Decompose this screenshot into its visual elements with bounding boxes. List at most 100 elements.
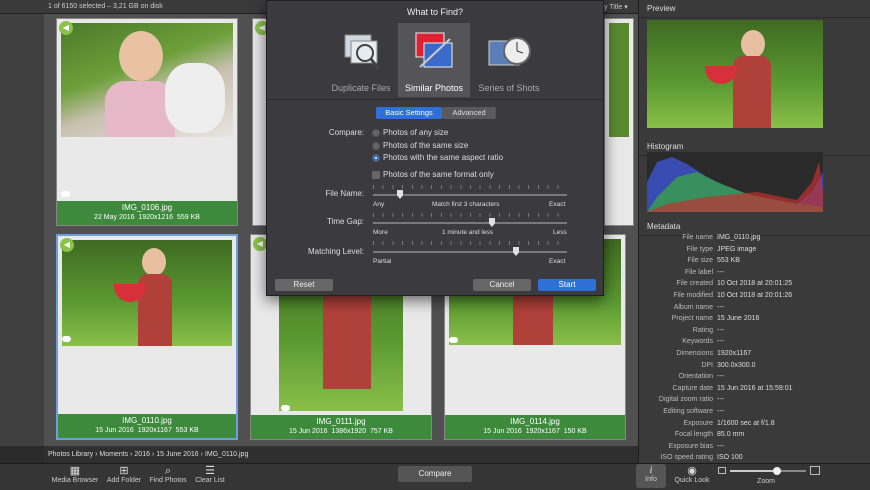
photo-size: 553 KB <box>175 427 199 434</box>
metadata-value: 1920x1167 <box>717 349 752 357</box>
radio-icon <box>372 128 380 137</box>
breadcrumb-item[interactable]: Photos Library <box>48 451 93 458</box>
checkbox-same-format[interactable]: Photos of the same format only <box>372 170 494 179</box>
search-icon: ⌕ <box>164 465 172 477</box>
breadcrumb-item[interactable]: 15 June 2016 <box>156 451 198 458</box>
woman-face <box>142 248 166 276</box>
timegap-label: Time Gap: <box>326 217 364 226</box>
radio-icon <box>372 141 380 150</box>
tab-series-of-shots[interactable]: Series of Shots <box>473 23 545 97</box>
photo-caption: IMG_0111.jpg 15 Jun 2016 1386x1920 757 K… <box>251 415 431 439</box>
preview-image <box>647 20 823 128</box>
duplicate-files-icon <box>344 34 381 70</box>
cloud-icon <box>61 191 70 197</box>
toolbar-label: Add Folder <box>106 477 142 484</box>
tab-advanced[interactable]: Advanced <box>442 107 496 119</box>
metadata-value: --- <box>717 373 724 381</box>
series-of-shots-icon <box>488 37 531 66</box>
compare-button[interactable]: Compare <box>398 466 472 482</box>
cancel-button[interactable]: Cancel <box>473 279 531 291</box>
metadata-key: Orientation <box>678 373 713 381</box>
option-label: Photos with the same aspect ratio <box>383 153 504 162</box>
photo-caption: IMG_0114.jpg 15 Jun 2016 1920x1167 150 K… <box>445 415 625 439</box>
add-folder-button[interactable]: ⊞ Add Folder <box>104 465 144 484</box>
metadata-key: Project name <box>671 315 713 323</box>
metadata-row: Rating --- <box>639 325 870 337</box>
zoom-in-icon[interactable] <box>810 466 820 475</box>
slider-thumb[interactable] <box>397 190 403 199</box>
slider-thumb[interactable] <box>513 247 519 256</box>
metadata-row: Focal length 85.0 mm <box>639 429 870 441</box>
group-badge-icon: ◀ <box>59 21 73 35</box>
tab-basic-settings[interactable]: Basic Settings <box>376 107 442 119</box>
photo-size: 757 KB <box>370 428 393 435</box>
reset-button[interactable]: Reset <box>275 279 333 291</box>
slider-min-label: Any <box>373 201 385 208</box>
add-folder-icon: ⊞ <box>119 465 129 477</box>
radio-selected-icon <box>372 153 380 162</box>
metadata-value: --- <box>717 338 724 346</box>
cloud-icon <box>62 336 71 342</box>
photo-date: 15 Jun 2016 <box>95 427 134 434</box>
sort-dropdown[interactable]: y Title ▾ <box>604 3 628 11</box>
photo-card[interactable] <box>604 18 634 226</box>
find-photos-button[interactable]: ⌕ Find Photos <box>146 465 190 484</box>
info-button[interactable]: i Info <box>636 464 666 488</box>
zoom-out-icon[interactable] <box>718 467 726 474</box>
photo-card-selected[interactable]: ◀ IMG_0110.jpg 15 Jun 2016 1920x1167 553… <box>56 234 238 440</box>
option-same-size[interactable]: Photos of the same size <box>372 141 468 150</box>
photo-name: IMG_0114.jpg <box>510 417 560 426</box>
metadata-value: 553 KB <box>717 257 740 265</box>
tab-similar-photos[interactable]: Similar Photos <box>398 23 470 97</box>
tab-label: Duplicate Files <box>331 83 391 93</box>
info-icon: i <box>649 464 653 476</box>
slider-min-label: More <box>373 229 388 236</box>
clear-list-button[interactable]: ☰ Clear List <box>192 465 228 484</box>
photo-size: 559 KB <box>176 214 200 221</box>
slider-thumb[interactable] <box>489 218 495 227</box>
child-face <box>119 31 163 81</box>
metadata-row: File modified 10 Oct 2018 at 20:01:26 <box>639 290 870 302</box>
photo-dims: 1386x1920 <box>331 428 367 435</box>
tab-duplicate-files[interactable]: Duplicate Files <box>325 23 397 97</box>
metadata-value: 10 Oct 2018 at 20:01:25 <box>717 280 793 288</box>
timegap-slider[interactable] <box>373 218 567 227</box>
photo-thumbnail <box>61 23 233 137</box>
slider-min-label: Partial <box>373 258 392 265</box>
breadcrumb-item[interactable]: Moments <box>99 451 128 458</box>
cloud-icon <box>281 405 290 411</box>
similar-photos-icon <box>415 32 453 68</box>
matching-slider[interactable] <box>373 247 567 256</box>
slider-ticks <box>373 213 567 217</box>
photo-dims: 1920x1167 <box>137 427 172 434</box>
option-any-size[interactable]: Photos of any size <box>372 128 448 137</box>
option-same-aspect-ratio[interactable]: Photos with the same aspect ratio <box>372 153 503 162</box>
metadata-key: Focal length <box>674 431 713 439</box>
photo-card[interactable]: ◀ IMG_0106.jpg 22 May 2016 1920x1216 559… <box>56 18 238 226</box>
metadata-row: File label --- <box>639 267 870 279</box>
start-button[interactable]: Start <box>538 279 596 291</box>
quick-look-button[interactable]: ◉ Quick Look <box>670 465 714 484</box>
metadata-list: File name IMG_0110.jpg File type JPEG image… <box>639 232 870 464</box>
photo-size: 150 KB <box>563 428 587 435</box>
metadata-key: File type <box>686 245 713 253</box>
metadata-row: Project name 15 June 2016 <box>639 313 870 325</box>
breadcrumb-item[interactable]: 2016 <box>134 451 150 458</box>
breadcrumb-item[interactable]: IMG_0110.jpg <box>205 451 248 458</box>
metadata-row: Editing software --- <box>639 406 870 418</box>
slider-ticks <box>373 241 567 245</box>
zoom-slider[interactable] <box>730 467 806 475</box>
media-browser-button[interactable]: ▦ Media Browser <box>50 465 100 484</box>
toolbar-label: Media Browser <box>51 477 99 484</box>
woman-dress <box>733 56 771 128</box>
preview-header: Preview <box>639 0 870 18</box>
slider-ticks <box>373 185 567 189</box>
toolbar-label: Find Photos <box>149 477 187 484</box>
metadata-key: File label <box>684 268 713 276</box>
photo-dims: 1920x1216 <box>138 214 174 221</box>
metadata-key: File name <box>682 234 713 241</box>
photo-date: 15 Jun 2016 <box>483 428 522 435</box>
photo-thumbnail <box>609 23 629 137</box>
zoom-fill <box>730 470 778 472</box>
filename-slider[interactable] <box>373 190 567 199</box>
